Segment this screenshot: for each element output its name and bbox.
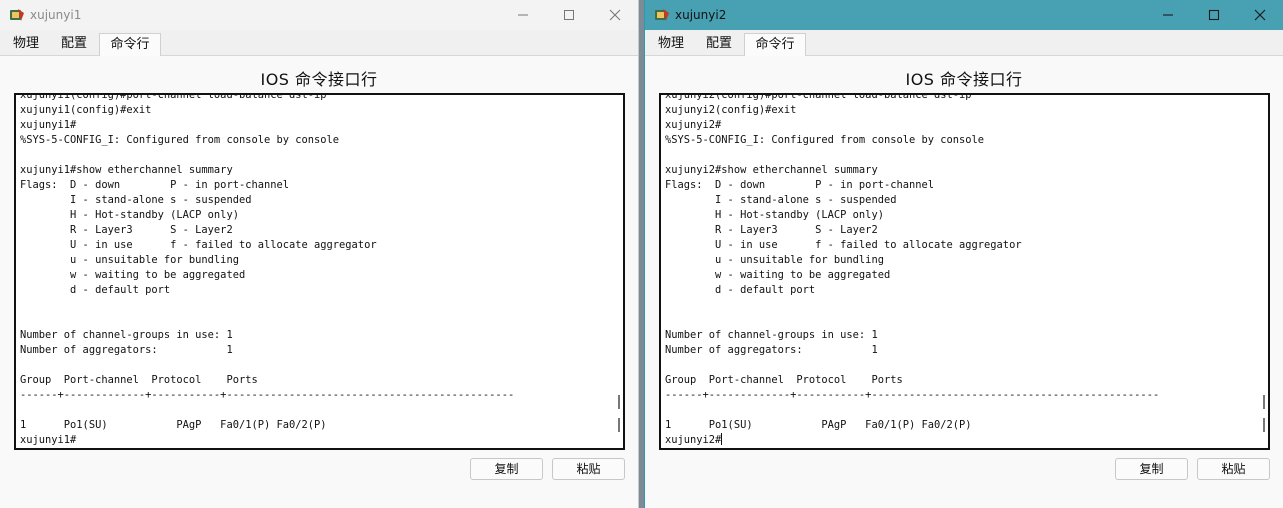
- scrollbar-thumb[interactable]: [618, 418, 620, 432]
- close-button[interactable]: [1239, 0, 1281, 30]
- packet-tracer-icon: [655, 9, 669, 21]
- maximize-button[interactable]: [548, 0, 590, 30]
- tab-physical[interactable]: 物理: [648, 33, 694, 55]
- window-xujunyi2[interactable]: xujunyi2 物理 配置 命令行 IOS 命令接口行 xujunyi2(co…: [644, 0, 1283, 508]
- window-title: xujunyi2: [675, 8, 727, 22]
- panel-heading: IOS 命令接口行: [905, 70, 1023, 89]
- titlebar[interactable]: xujunyi2: [645, 0, 1283, 30]
- maximize-icon: [1208, 9, 1220, 21]
- paste-button[interactable]: 粘贴: [552, 458, 625, 480]
- minimize-button[interactable]: [502, 0, 544, 30]
- titlebar[interactable]: xujunyi1: [0, 0, 638, 30]
- tab-bar: 物理 配置 命令行: [0, 30, 638, 56]
- tab-config[interactable]: 配置: [697, 33, 741, 55]
- close-button[interactable]: [594, 0, 636, 30]
- console-text-content: xujunyi2(config)#port-channel load-balan…: [665, 93, 1160, 446]
- window-title: xujunyi1: [30, 8, 82, 22]
- scrollbar-thumb[interactable]: [618, 395, 620, 409]
- scrollbar-thumb[interactable]: [1263, 418, 1265, 432]
- minimize-icon: [1163, 14, 1173, 16]
- close-icon: [1254, 9, 1266, 21]
- console-output[interactable]: xujunyi2(config)#port-channel load-balan…: [659, 93, 1270, 450]
- maximize-icon: [564, 10, 574, 20]
- console-text: xujunyi1(config)#port-channel load-balan…: [20, 93, 515, 446]
- copy-button[interactable]: 复制: [1115, 458, 1188, 480]
- maximize-button[interactable]: [1193, 0, 1235, 30]
- cli-panel: IOS 命令接口行 xujunyi1(config)#port-channel …: [0, 56, 638, 508]
- console-text: xujunyi2(config)#port-channel load-balan…: [665, 93, 1160, 448]
- cli-panel: IOS 命令接口行 xujunyi2(config)#port-channel …: [645, 56, 1283, 508]
- close-icon: [609, 9, 621, 21]
- console-output[interactable]: xujunyi1(config)#port-channel load-balan…: [14, 93, 625, 450]
- panel-heading: IOS 命令接口行: [260, 70, 378, 89]
- tab-cli[interactable]: 命令行: [744, 33, 806, 56]
- paste-button[interactable]: 粘贴: [1197, 458, 1270, 480]
- copy-button[interactable]: 复制: [470, 458, 543, 480]
- scrollbar-thumb[interactable]: [1263, 395, 1265, 409]
- text-cursor: [721, 433, 723, 445]
- tab-physical[interactable]: 物理: [3, 33, 49, 55]
- window-xujunyi1[interactable]: xujunyi1 物理 配置 命令行 IOS 命令接口行 xujunyi1(co…: [0, 0, 639, 508]
- tab-bar: 物理 配置 命令行: [645, 30, 1283, 56]
- tab-cli[interactable]: 命令行: [99, 33, 161, 56]
- tab-config[interactable]: 配置: [52, 33, 96, 55]
- minimize-button[interactable]: [1147, 0, 1189, 30]
- minimize-icon: [518, 14, 528, 16]
- packet-tracer-icon: [10, 9, 24, 21]
